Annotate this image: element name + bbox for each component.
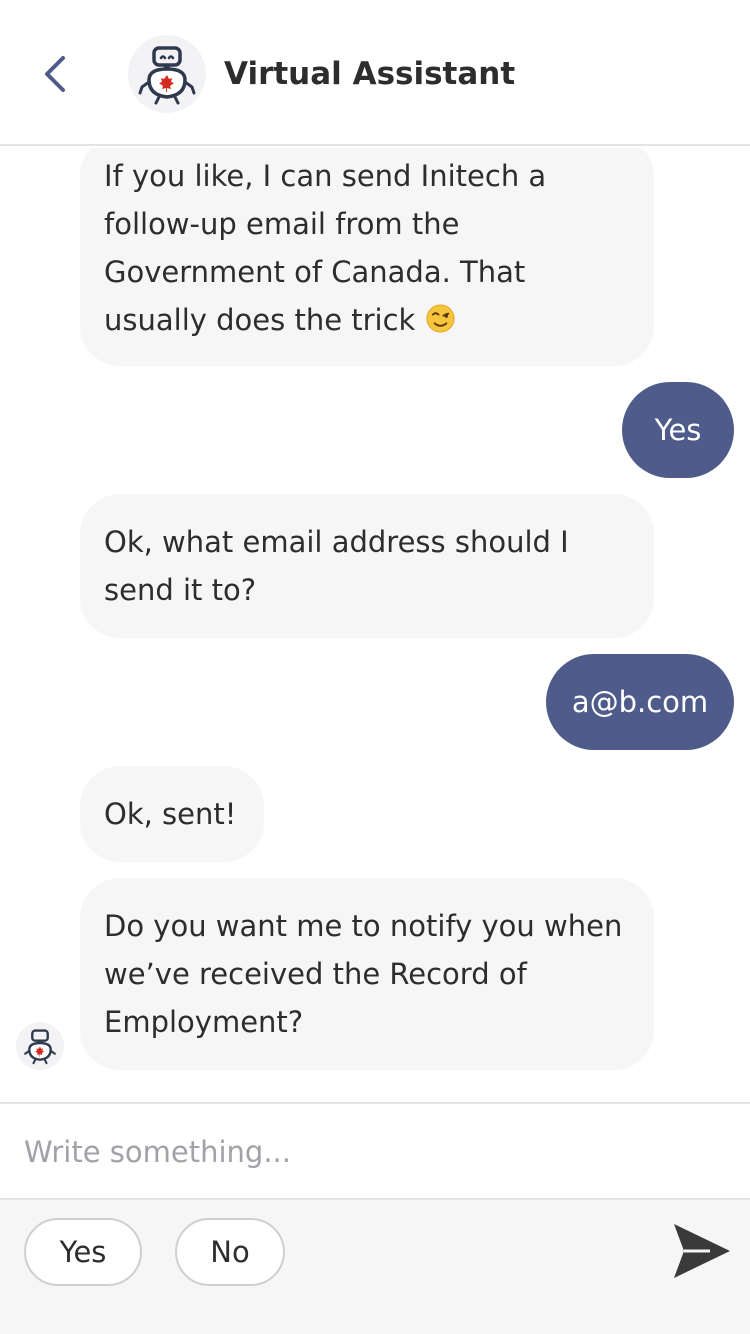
robot-maple-leaf-icon xyxy=(24,1029,56,1065)
quick-reply-label: Yes xyxy=(59,1235,107,1269)
send-arrow-icon xyxy=(674,1224,730,1278)
bot-message: Ok, what email address should I send it … xyxy=(80,494,654,638)
chevron-left-icon xyxy=(45,56,65,92)
message-text: If you like, I can send Initech a follow… xyxy=(104,159,547,337)
bot-avatar xyxy=(16,1022,64,1070)
bot-message: Ok, sent! xyxy=(80,766,264,862)
quick-reply-bar: Yes No xyxy=(0,1200,750,1334)
back-button[interactable] xyxy=(30,48,82,100)
quick-reply-no-button[interactable]: No xyxy=(175,1218,285,1286)
message-list[interactable]: If you like, I can send Initech a follow… xyxy=(0,148,750,1102)
message-text: a@b.com xyxy=(571,685,709,719)
message-text: Yes xyxy=(654,413,702,447)
quick-reply-label: No xyxy=(210,1235,250,1269)
chat-header: Virtual Assistant xyxy=(0,0,750,146)
message-text: Ok, what email address should I send it … xyxy=(104,525,569,607)
page-title: Virtual Assistant xyxy=(224,56,516,92)
message-text: Ok, sent! xyxy=(104,797,237,831)
assistant-avatar xyxy=(128,35,206,113)
bot-message: If you like, I can send Initech a follow… xyxy=(80,148,654,366)
user-message: Yes xyxy=(622,382,734,478)
message-text: Do you want me to notify you when we’ve … xyxy=(104,909,623,1039)
robot-maple-leaf-icon xyxy=(138,46,196,105)
quick-reply-yes-button[interactable]: Yes xyxy=(24,1218,142,1286)
bot-message: Do you want me to notify you when we’ve … xyxy=(80,878,654,1070)
winking-face-emoji xyxy=(426,304,455,333)
user-message: a@b.com xyxy=(546,654,734,750)
send-button[interactable] xyxy=(668,1218,734,1284)
message-input[interactable] xyxy=(24,1124,724,1180)
chat-screen: Virtual Assistant If you like, I can sen… xyxy=(0,0,750,1334)
message-composer xyxy=(0,1102,750,1200)
